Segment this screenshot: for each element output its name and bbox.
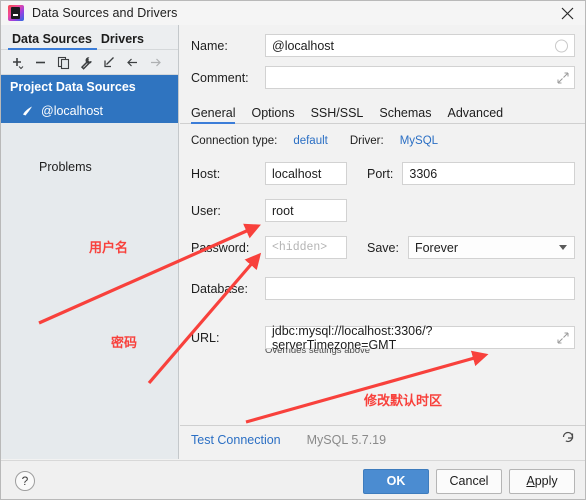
tree-group-project-data-sources[interactable]: Project Data Sources bbox=[1, 75, 178, 99]
help-button[interactable]: ? bbox=[15, 471, 35, 491]
mysql-icon bbox=[21, 104, 35, 118]
host-input[interactable]: localhost bbox=[265, 162, 347, 185]
tab-options[interactable]: Options bbox=[243, 106, 302, 124]
password-label: Password: bbox=[191, 240, 250, 255]
user-input[interactable]: root bbox=[265, 199, 347, 222]
back-arrow-icon[interactable] bbox=[122, 52, 143, 73]
title-bar: Data Sources and Drivers bbox=[1, 1, 585, 25]
add-icon[interactable] bbox=[7, 52, 28, 73]
database-version-label: MySQL 5.7.19 bbox=[306, 433, 387, 447]
annotation-text-timezone: 修改默认时区 bbox=[364, 394, 443, 409]
close-icon[interactable] bbox=[547, 1, 585, 25]
password-save-row: Password: <hidden> Save: Forever bbox=[191, 236, 575, 259]
annotation-text-username: 用户名 bbox=[89, 241, 129, 256]
tab-drivers[interactable]: Drivers bbox=[97, 32, 149, 50]
problems-label: Problems bbox=[39, 160, 92, 174]
tab-general[interactable]: General bbox=[191, 106, 243, 124]
remove-icon[interactable] bbox=[30, 52, 51, 73]
dialog-buttons: OK Cancel Apply bbox=[363, 468, 575, 494]
color-circle-icon[interactable] bbox=[555, 39, 568, 52]
connection-type-label: Connection type: bbox=[191, 135, 278, 147]
comment-label: Comment: bbox=[191, 70, 249, 85]
database-input[interactable] bbox=[265, 277, 575, 300]
apply-mnemonic: A bbox=[526, 474, 535, 488]
settings-tabs: General Options SSH/SSL Schemas Advanced bbox=[180, 101, 585, 124]
tree-group-label: Project Data Sources bbox=[10, 80, 136, 94]
dialog-footer: ? OK Cancel Apply bbox=[1, 460, 585, 499]
driver-label: Driver: bbox=[349, 135, 384, 147]
name-label: Name: bbox=[191, 38, 228, 53]
copy-icon[interactable] bbox=[53, 52, 74, 73]
name-row: Name: @localhost bbox=[191, 34, 575, 57]
status-row: Test Connection MySQL 5.7.19 bbox=[180, 426, 585, 454]
tab-advanced[interactable]: Advanced bbox=[440, 106, 512, 124]
tab-ssh-ssl[interactable]: SSH/SSL bbox=[303, 106, 372, 124]
password-input[interactable]: <hidden> bbox=[265, 236, 347, 259]
save-dropdown[interactable]: Forever bbox=[407, 236, 575, 259]
apply-button[interactable]: Apply bbox=[509, 468, 575, 494]
url-value: jdbc:mysql://localhost:3306/?serverTimez… bbox=[272, 323, 433, 352]
port-input[interactable]: 3306 bbox=[402, 162, 575, 185]
window-title: Data Sources and Drivers bbox=[32, 6, 178, 20]
import-icon[interactable] bbox=[99, 52, 120, 73]
url-label: URL: bbox=[191, 330, 220, 345]
database-row: Database: bbox=[191, 277, 575, 300]
comment-row: Comment: bbox=[191, 66, 575, 89]
datagrip-icon bbox=[8, 5, 24, 21]
connection-type-row: Connection type: default Driver: MySQL bbox=[191, 135, 575, 147]
url-expand-icon[interactable] bbox=[557, 332, 569, 344]
tree-item-label: @localhost bbox=[41, 104, 104, 118]
host-label: Host: bbox=[191, 166, 221, 181]
database-label: Database: bbox=[191, 281, 248, 296]
general-tab-panel: Connection type: default Driver: MySQL H… bbox=[180, 124, 585, 426]
expand-icon[interactable] bbox=[557, 72, 569, 84]
user-label: User: bbox=[191, 203, 221, 218]
driver-value[interactable]: MySQL bbox=[400, 135, 438, 147]
wrench-icon[interactable] bbox=[76, 52, 97, 73]
cancel-button[interactable]: Cancel bbox=[436, 468, 502, 494]
header-fields: Name: @localhost Comment: bbox=[180, 25, 585, 101]
tree-item-localhost[interactable]: @localhost bbox=[1, 99, 178, 123]
apply-label-rest: pply bbox=[534, 474, 558, 488]
host-port-row: Host: localhost Port: 3306 bbox=[191, 162, 575, 185]
data-sources-dialog: Data Sources and Drivers Data Sources Dr… bbox=[0, 0, 586, 500]
tab-data-sources[interactable]: Data Sources bbox=[8, 32, 97, 50]
url-row: URL: jdbc:mysql://localhost:3306/?server… bbox=[191, 323, 575, 352]
refresh-icon[interactable] bbox=[561, 431, 575, 450]
chevron-down-icon bbox=[559, 245, 567, 250]
left-panel-toolbar bbox=[1, 50, 178, 75]
port-label: Port: bbox=[367, 166, 394, 181]
user-row: User: root bbox=[191, 199, 575, 222]
name-value: @localhost bbox=[272, 38, 335, 53]
connection-type-value[interactable]: default bbox=[293, 135, 328, 147]
left-panel-tabs: Data Sources Drivers bbox=[1, 25, 178, 50]
forward-arrow-icon[interactable] bbox=[145, 52, 166, 73]
name-input[interactable]: @localhost bbox=[265, 34, 575, 57]
url-input[interactable]: jdbc:mysql://localhost:3306/?serverTimez… bbox=[265, 323, 575, 352]
save-label: Save: bbox=[367, 240, 399, 255]
save-value: Forever bbox=[414, 240, 459, 255]
tab-schemas[interactable]: Schemas bbox=[371, 106, 439, 124]
test-connection-link[interactable]: Test Connection bbox=[191, 433, 281, 447]
comment-input[interactable] bbox=[265, 66, 575, 89]
ok-button[interactable]: OK bbox=[363, 468, 429, 494]
annotation-text-password: 密码 bbox=[111, 336, 138, 351]
